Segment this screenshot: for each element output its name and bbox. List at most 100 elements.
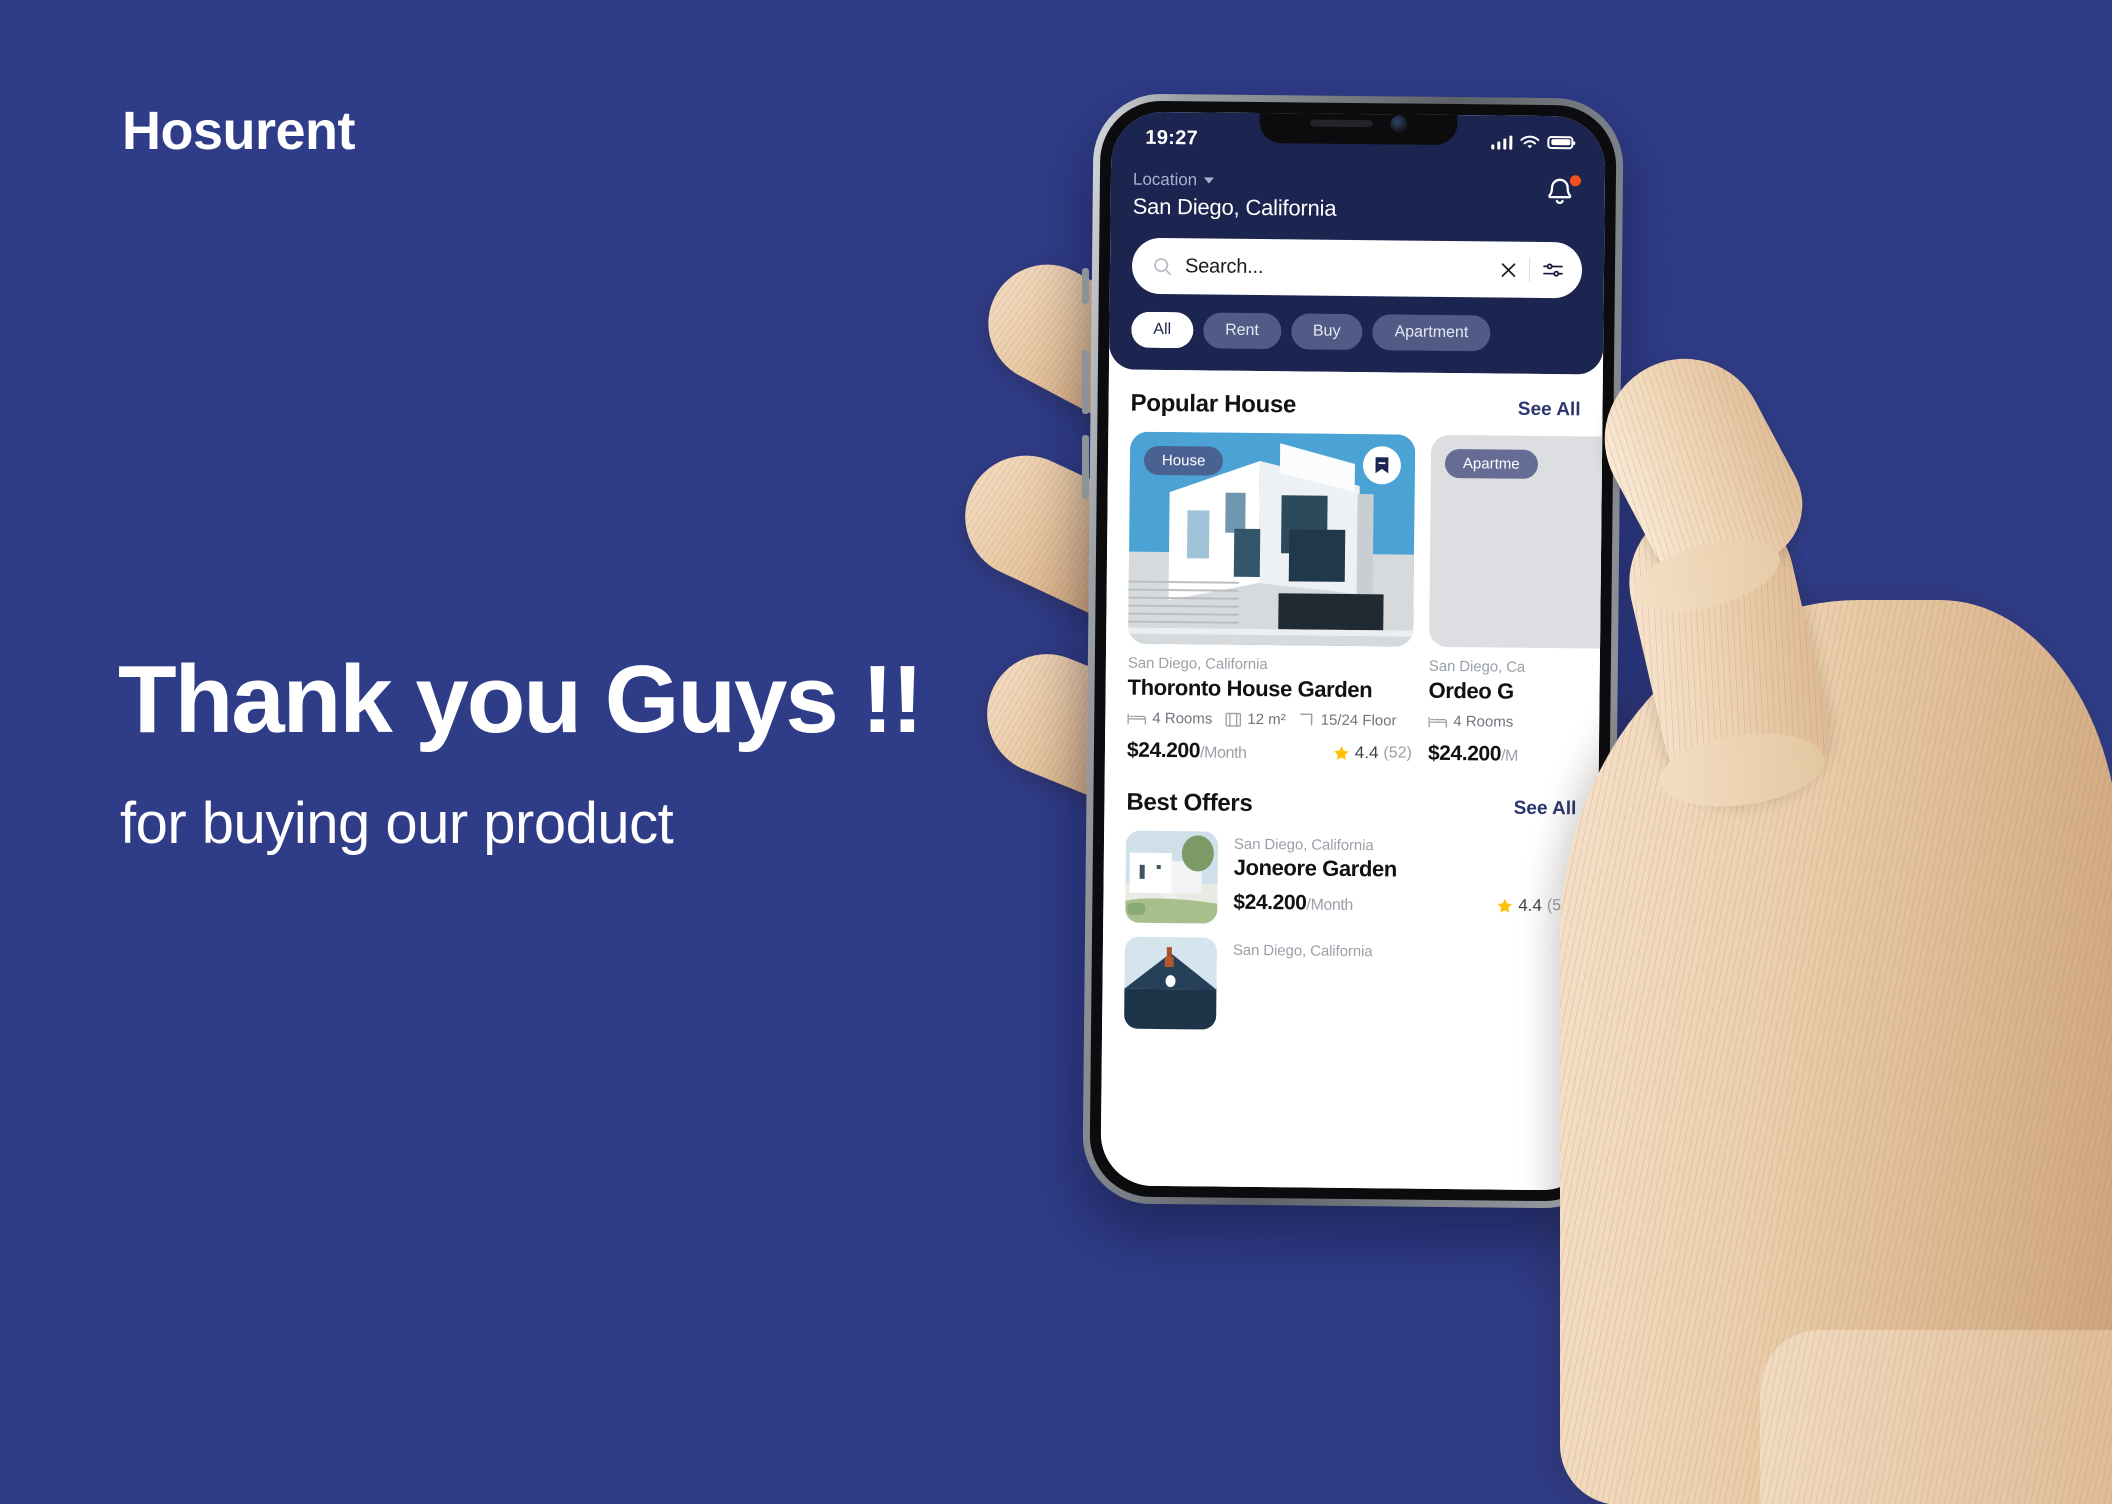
wrist [1760, 1330, 2112, 1504]
thumb-knuckle-upper [1626, 526, 1788, 626]
property-review-count: (52) [1383, 744, 1413, 762]
offer-thumbnail [1125, 830, 1219, 924]
property-image: House [1128, 431, 1416, 647]
feature-rooms: 4 Rooms [1428, 713, 1513, 731]
popular-see-all-link[interactable]: See All [1518, 399, 1581, 422]
filter-chip-list[interactable]: All Rent Buy Apartment [1131, 311, 1581, 353]
house-roof-photo-art [1124, 936, 1217, 1030]
bed-icon [1127, 713, 1147, 725]
offer-location: San Diego, California [1232, 941, 1373, 961]
wifi-icon [1520, 135, 1540, 148]
location-block[interactable]: Location San Diego, California [1133, 170, 1337, 222]
location-row[interactable]: Location San Diego, California [1133, 170, 1583, 225]
mute-switch[interactable] [1082, 268, 1089, 304]
offer-price: $24.200/Month [1233, 890, 1354, 915]
phone-bezel: 19:27 Location San Diego, California Sea… [1089, 100, 1617, 1202]
thumb-lower-segment [1613, 485, 1842, 815]
power-button[interactable] [1616, 390, 1623, 480]
property-card[interactable]: Apartme San Diego, Ca Ordeo G 4 Rooms $2… [1428, 434, 1606, 769]
property-location: San Diego, California [1127, 654, 1268, 674]
price-period: /Month [1199, 744, 1247, 762]
price-period: /M [1500, 747, 1519, 765]
volume-up-button[interactable] [1082, 350, 1089, 414]
filter-chip-buy[interactable]: Buy [1290, 313, 1363, 351]
earpiece-speaker [1309, 119, 1373, 127]
list-item[interactable]: San Diego, California [1124, 936, 1575, 1034]
page-subtitle: for buying our product [120, 791, 674, 856]
popular-house-title: Popular House [1130, 389, 1297, 419]
property-card[interactable]: House San Diego, California Thoronto Hou… [1127, 431, 1416, 766]
floor-icon [1300, 713, 1313, 726]
offer-rating: 4.4 (52) [1496, 896, 1575, 917]
location-label: Location [1132, 169, 1198, 190]
popular-house-header: Popular House See All [1130, 390, 1580, 423]
brand-logo: Hosurent [122, 101, 356, 161]
property-type-badge: House [1143, 445, 1224, 476]
star-icon [1497, 898, 1512, 913]
app-content: Popular House See All House San Diego, C… [1100, 369, 1606, 1191]
offer-details: San Diego, California [1232, 938, 1575, 1034]
search-input[interactable]: Search... [1185, 255, 1488, 281]
filter-chip-all[interactable]: All [1131, 311, 1194, 349]
cellular-signal-icon [1490, 134, 1513, 150]
property-rating: 4.4 (52) [1333, 743, 1412, 764]
status-time: 19:27 [1145, 126, 1199, 149]
palm [1560, 600, 2112, 1504]
property-price-row: $24.200/Month 4.4 (52) [1127, 739, 1412, 766]
location-label-wrap: Location [1133, 170, 1337, 192]
property-price: $24.200/Month [1126, 738, 1247, 763]
search-icon [1154, 257, 1172, 275]
property-type-badge: Apartme [1444, 448, 1538, 479]
property-price: $24.200/M [1427, 741, 1519, 766]
offer-details: San Diego, California Joneore Garden $24… [1233, 832, 1576, 928]
thumb-knuckle-lower [1655, 723, 1830, 817]
feature-rooms-text: 4 Rooms [1152, 709, 1213, 728]
property-name: Ordeo G [1428, 677, 1514, 704]
feature-floor-text: 15/24 Floor [1320, 711, 1397, 730]
search-divider [1528, 257, 1531, 282]
bed-icon [1428, 716, 1448, 728]
property-location: San Diego, Ca [1428, 657, 1526, 676]
property-price-row: $24.200/M [1428, 742, 1606, 769]
bookmark-icon [1375, 457, 1389, 474]
notification-button[interactable] [1543, 174, 1583, 214]
area-icon [1225, 712, 1242, 727]
front-camera-icon [1389, 114, 1408, 133]
best-offers-see-all-link[interactable]: See All [1514, 798, 1577, 821]
list-item[interactable]: San Diego, California Joneore Garden $24… [1125, 830, 1576, 928]
price-period: /Month [1306, 896, 1354, 915]
phone-mockup: 19:27 Location San Diego, California Sea… [1082, 93, 1624, 1209]
filter-sliders-icon[interactable] [1542, 261, 1564, 279]
villa-photo-art [1125, 830, 1219, 924]
status-bar: 19:27 [1133, 111, 1584, 169]
location-value: San Diego, California [1132, 193, 1337, 221]
battery-icon [1547, 135, 1574, 149]
popular-house-carousel[interactable]: House San Diego, California Thoronto Hou… [1127, 431, 1606, 768]
close-icon[interactable] [1499, 261, 1516, 278]
notification-badge-dot [1569, 175, 1581, 187]
offer-review-count: (52) [1546, 897, 1576, 915]
filter-chip-apartment[interactable]: Apartment [1372, 314, 1491, 352]
app-header: 19:27 Location San Diego, California Sea… [1108, 111, 1606, 375]
filter-chip-rent[interactable]: Rent [1202, 312, 1282, 350]
property-rating-value: 4.4 [1354, 743, 1379, 763]
device-notch [1259, 111, 1458, 146]
search-bar[interactable]: Search... [1131, 237, 1583, 299]
offer-location: San Diego, California [1233, 835, 1374, 855]
property-features: 4 Rooms 12 m² 15/24 Floor [1127, 710, 1412, 730]
status-indicators [1490, 134, 1574, 150]
phone-screen: 19:27 Location San Diego, California Sea… [1100, 111, 1606, 1191]
volume-down-button[interactable] [1082, 435, 1089, 499]
bookmark-button[interactable] [1362, 446, 1402, 485]
feature-floor: 15/24 Floor [1299, 711, 1397, 729]
property-features: 4 Rooms [1428, 713, 1605, 733]
property-image: Apartme [1429, 434, 1606, 650]
offer-thumbnail [1124, 936, 1217, 1030]
offer-rating-value: 4.4 [1518, 895, 1542, 915]
offer-name: Joneore Garden [1233, 854, 1397, 882]
feature-area-text: 12 m² [1247, 710, 1286, 729]
feature-rooms-text: 4 Rooms [1453, 713, 1514, 731]
best-offers-header: Best Offers See All [1126, 789, 1576, 822]
chevron-down-icon[interactable] [1204, 177, 1215, 184]
star-icon [1334, 745, 1349, 760]
